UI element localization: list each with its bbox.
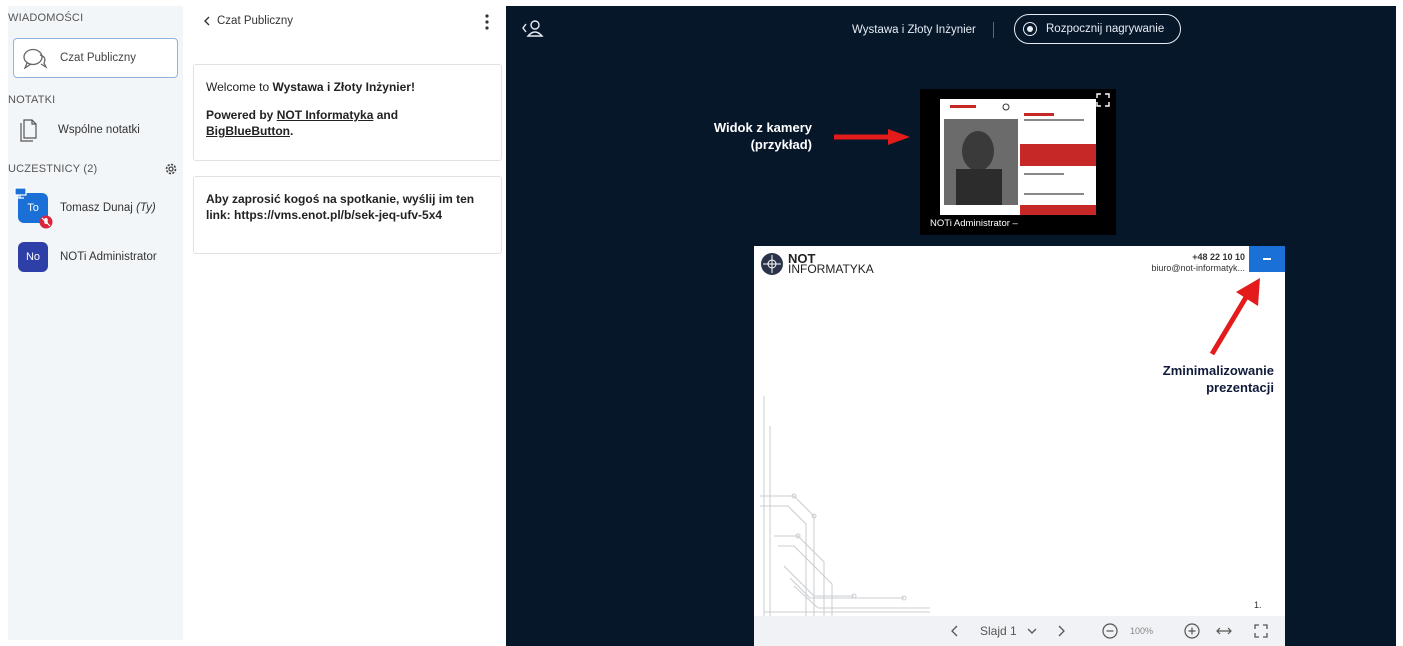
participant-name-text: Tomasz Dunaj <box>60 202 133 214</box>
minimize-annotation: Zminimalizowanie prezentacji <box>1124 362 1274 396</box>
participant-name: NOTi Administrator <box>60 251 157 263</box>
annotation-arrow-up-right <box>1209 278 1260 356</box>
notes-document-icon <box>20 119 37 142</box>
chat-panel: Czat Publiczny Welcome to Wystawa i Złot… <box>183 6 506 640</box>
title-separator <box>993 22 994 38</box>
not-informatyka-link[interactable]: NOT Informatyka <box>277 108 374 122</box>
slide-contact: +48 22 10 10 biuro@not-informatyk... <box>1151 252 1245 274</box>
minimize-presentation-button[interactable] <box>1249 246 1285 272</box>
avatar-initials: To <box>27 202 39 214</box>
minimize-annotation-line1: Zminimalizowanie <box>1162 363 1274 378</box>
chat-bubbles-icon <box>23 48 48 69</box>
messages-section-title: WIADOMOŚCI <box>8 12 84 24</box>
circuit-decoration <box>760 396 930 616</box>
minimize-icon <box>1263 258 1271 260</box>
meeting-title: Wystawa i Złoty Inżynier <box>852 24 976 36</box>
invite-message: Aby zaprosić kogoś na spotkanie, wyślij … <box>193 176 502 254</box>
slide-email: biuro@not-informatyk... <box>1151 263 1245 273</box>
shared-notes-label: Wspólne notatki <box>58 124 140 136</box>
public-chat-label: Czat Publiczny <box>60 52 137 64</box>
webcam-video[interactable]: NOTi Administrator – <box>920 89 1116 235</box>
previous-slide-icon[interactable] <box>950 625 960 637</box>
presenter-screen-icon <box>14 187 27 199</box>
slide-page-number: 1. <box>1254 600 1262 610</box>
toggle-userlist-icon[interactable] <box>520 18 544 38</box>
minimize-annotation-line2: prezentacji <box>1206 380 1274 395</box>
main-presentation-area: Wystawa i Złoty Inżynier Rozpocznij nagr… <box>506 6 1396 646</box>
participant-row-noti[interactable]: No NOTi Administrator <box>18 242 157 272</box>
bigbluebutton-link[interactable]: BigBlueButton <box>206 124 290 138</box>
presentation-toolbar: Slajd 1 100% <box>754 616 1285 646</box>
participant-row-tomasz[interactable]: To Tomasz Dunaj (Ty) <box>14 187 156 229</box>
chevron-left-icon <box>204 16 210 26</box>
next-slide-icon[interactable] <box>1056 625 1066 637</box>
fit-to-width-icon[interactable] <box>1216 625 1232 637</box>
camera-annotation: Widok z kamery (przykład) <box>696 119 812 153</box>
zoom-out-icon[interactable] <box>1102 623 1118 639</box>
avatar: No <box>18 242 48 272</box>
avatar: To <box>14 187 53 229</box>
participants-section-title: UCZESTNICY (2) <box>8 163 98 175</box>
gear-icon[interactable] <box>164 162 178 176</box>
welcome-message: Welcome to Wystawa i Złoty Inżynier! Pow… <box>193 64 502 161</box>
powered-by-line: Powered by NOT Informatyka and BigBlueBu… <box>206 108 399 138</box>
slide-select[interactable]: Slajd 1 <box>980 624 1037 638</box>
fullscreen-icon[interactable] <box>1254 624 1268 638</box>
annotation-arrow-right <box>834 129 910 145</box>
participant-name: Tomasz Dunaj (Ty) <box>60 202 156 214</box>
record-label: Rozpocznij nagrywanie <box>1046 23 1165 35</box>
zoom-in-icon[interactable] <box>1184 623 1200 639</box>
logo-line2: INFORMATYKA <box>788 262 874 276</box>
shared-notes-item[interactable]: Wspólne notatki <box>18 118 140 142</box>
more-options-icon[interactable] <box>484 14 490 30</box>
welcome-line: Welcome to Wystawa i Złoty Inżynier! <box>206 80 415 94</box>
public-chat-item[interactable]: Czat Publiczny <box>13 38 178 78</box>
avatar-initials: No <box>25 251 41 263</box>
camera-annotation-line2: (przykład) <box>750 137 812 152</box>
muted-microphone-icon <box>39 215 53 229</box>
notes-section-title: NOTATKI <box>8 94 56 106</box>
record-icon <box>1023 22 1037 36</box>
company-logo-text: NOT INFORMATYKA <box>788 252 874 276</box>
camera-annotation-line1: Widok z kamery <box>713 120 812 135</box>
chat-back-button[interactable]: Czat Publiczny <box>201 15 293 27</box>
participant-you-suffix: (Ty) <box>136 202 156 214</box>
slide-select-label: Slajd 1 <box>980 624 1017 638</box>
slide-phone: +48 22 10 10 <box>1192 252 1245 262</box>
webcam-frame-image <box>940 99 1096 215</box>
webcam-user-name: NOTi Administrator – <box>930 218 1018 229</box>
chevron-down-icon <box>1027 628 1037 634</box>
start-recording-button[interactable]: Rozpocznij nagrywanie <box>1014 14 1181 44</box>
zoom-level: 100% <box>1130 626 1154 636</box>
user-list-panel: WIADOMOŚCI Czat Publiczny NOTATKI Wspóln… <box>8 6 183 640</box>
company-logo-icon <box>761 253 783 275</box>
chat-title: Czat Publiczny <box>217 15 294 27</box>
fullscreen-icon[interactable] <box>1096 93 1110 107</box>
